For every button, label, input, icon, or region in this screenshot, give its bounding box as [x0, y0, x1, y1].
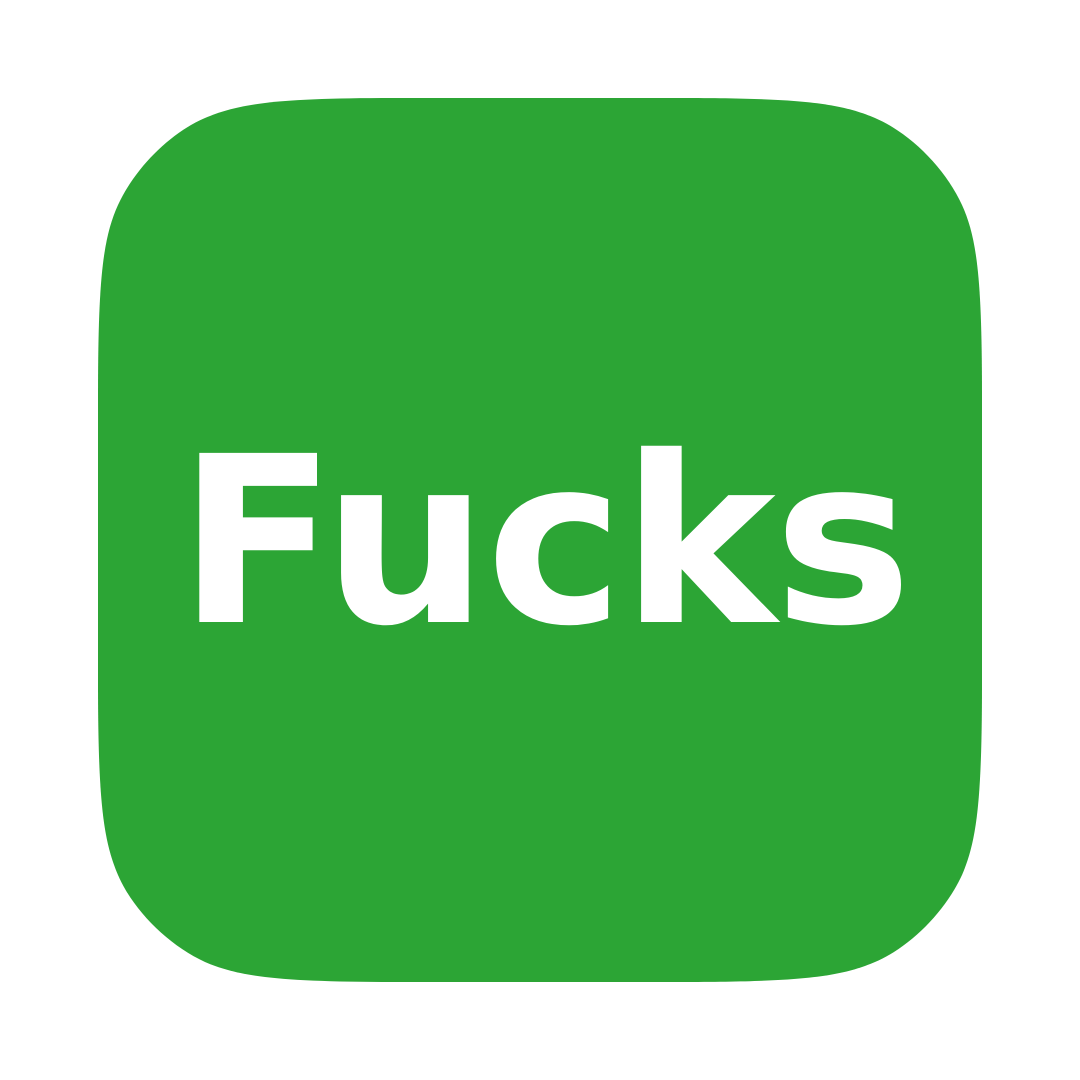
app-icon-canvas: Fucks [0, 0, 1080, 1080]
squircle-shape [98, 98, 982, 982]
squircle-background [98, 98, 982, 982]
app-icon-tile [0, 0, 1080, 1080]
